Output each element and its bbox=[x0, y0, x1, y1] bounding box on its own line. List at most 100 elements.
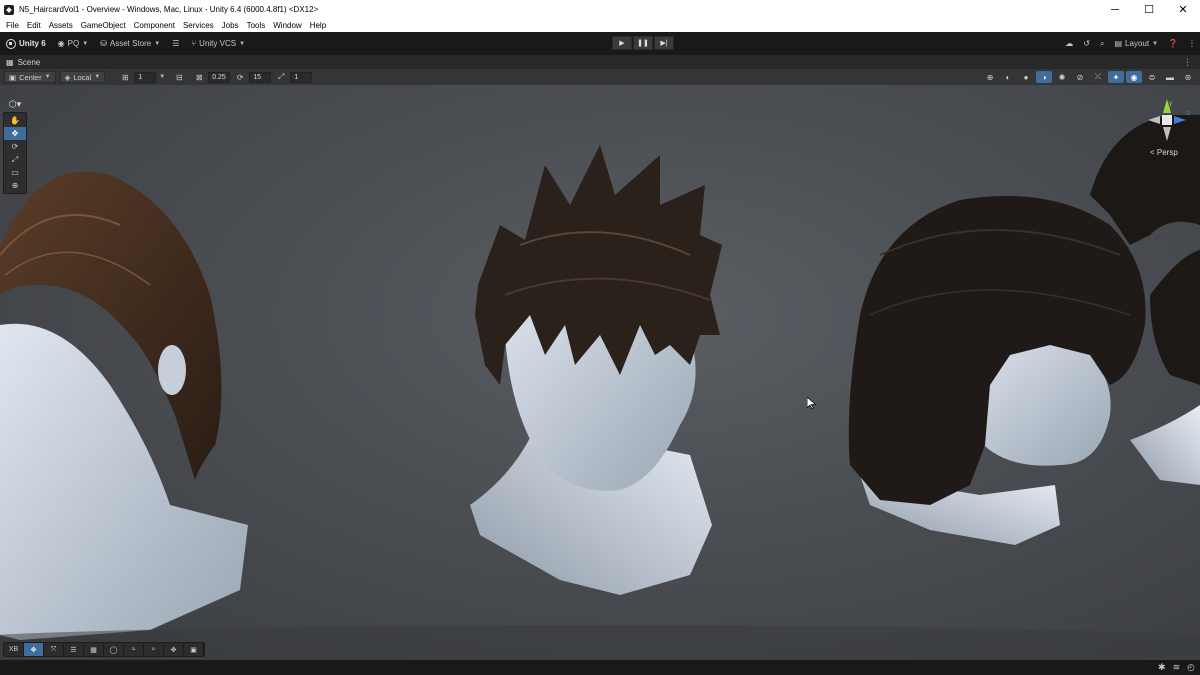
vcs-icon: ⑂ bbox=[191, 39, 197, 48]
maximize-button[interactable]: ☐ bbox=[1132, 0, 1166, 19]
orientation-gizmo[interactable]: y z bbox=[1142, 95, 1192, 145]
status-icons: ✱ ≋ ◴ bbox=[1158, 662, 1195, 673]
gizmo-z-axis[interactable] bbox=[1174, 116, 1186, 124]
overlay-brush-icon[interactable]: ≈ bbox=[124, 643, 144, 656]
overlay-grid-icon[interactable]: ▦ bbox=[84, 643, 104, 656]
menu-help[interactable]: Help bbox=[306, 21, 330, 30]
overlay-search-icon[interactable]: ⌕ bbox=[144, 643, 164, 656]
toolbar-right: ☁ ↺ ⌕ ▤ Layout ▼ ❓ ⋮ bbox=[1065, 32, 1196, 55]
overlay-image-icon[interactable]: ▣ bbox=[184, 643, 204, 656]
gizmo-neg-z-axis[interactable] bbox=[1148, 116, 1160, 124]
view-options-icon[interactable]: ⬡▾ bbox=[3, 96, 27, 112]
overlay-move-icon[interactable]: ✥ bbox=[24, 643, 44, 656]
scale-snap-field[interactable]: 1 bbox=[290, 71, 313, 83]
scale-tool-icon[interactable]: ⤢ bbox=[4, 153, 26, 166]
wireframe-shading-icon[interactable]: ◐ bbox=[1000, 71, 1016, 83]
camera-settings-icon[interactable]: ▬ bbox=[1162, 71, 1178, 83]
tab-scene-label: Scene bbox=[17, 57, 41, 67]
layers-dropdown-icon[interactable]: ✦ bbox=[1108, 71, 1124, 83]
hand-tool-icon[interactable]: ✋ bbox=[4, 114, 26, 127]
move-tool-icon[interactable]: ✥ bbox=[4, 127, 26, 140]
menu-window[interactable]: Window bbox=[269, 21, 305, 30]
close-button[interactable]: ✕ bbox=[1166, 0, 1200, 19]
overlay-move2-icon[interactable]: ✥ bbox=[164, 643, 184, 656]
help-icon[interactable]: ❓ bbox=[1168, 39, 1178, 48]
unity-app-icon bbox=[4, 4, 14, 15]
chevron-down-icon: ▼ bbox=[44, 74, 51, 80]
xb-button[interactable]: XB bbox=[4, 643, 24, 656]
menu-assets[interactable]: Assets bbox=[45, 21, 77, 30]
draw-mode-icon[interactable]: ⊜ bbox=[1144, 71, 1160, 83]
title-bar: N5_HaircardVol1 - Overview - Windows, Ma… bbox=[0, 0, 1200, 19]
layout-dropdown[interactable]: ▤ Layout ▼ bbox=[1114, 39, 1158, 48]
grid-toggle-icon[interactable]: ⊞ bbox=[119, 71, 131, 83]
layers-stack-icon[interactable]: ≋ bbox=[1173, 662, 1181, 673]
overlay-list-icon[interactable]: ☰ bbox=[64, 643, 84, 656]
rect-tool-icon[interactable]: ▭ bbox=[4, 166, 26, 179]
status-bar: ✱ ≋ ◴ bbox=[0, 660, 1200, 675]
grid-snap-icon[interactable]: ⊟ bbox=[173, 71, 185, 83]
pivot-dropdown[interactable]: ▣ Center ▼ bbox=[4, 71, 56, 83]
step-button[interactable]: ▶| bbox=[654, 36, 674, 50]
search-icon[interactable]: ⌕ bbox=[1100, 39, 1104, 49]
rotate-snap-icon[interactable]: ⟳ bbox=[234, 71, 246, 83]
gizmo-neg-y-axis[interactable] bbox=[1163, 127, 1171, 141]
transform-tool-icon[interactable]: ⊕ bbox=[4, 179, 26, 192]
effects-toggle-icon[interactable]: ⤫ bbox=[1090, 71, 1106, 83]
menu-component[interactable]: Component bbox=[130, 21, 179, 30]
minimize-button[interactable]: ─ bbox=[1098, 0, 1132, 19]
space-dropdown[interactable]: ◈ Local ▼ bbox=[59, 71, 106, 83]
lit-shading-icon[interactable]: ◑ bbox=[1036, 71, 1052, 83]
scene-viewport[interactable] bbox=[0, 85, 1200, 660]
gizmo-y-label: y bbox=[1169, 101, 1172, 107]
menu-gameobject[interactable]: GameObject bbox=[77, 21, 130, 30]
space-icon: ◈ bbox=[64, 72, 71, 82]
space-label: Local bbox=[73, 72, 92, 82]
transform-tools: ✋ ✥ ⟳ ⤢ ▭ ⊕ bbox=[3, 112, 27, 194]
snap-increment-field[interactable]: 0.25 bbox=[208, 71, 231, 83]
increment-snap-icon[interactable]: ⊠ bbox=[193, 71, 205, 83]
asset-store-dropdown[interactable]: ⛁ Asset Store ▼ bbox=[94, 35, 166, 52]
unity-label: Unity 6 bbox=[19, 39, 46, 48]
cloud-icon[interactable]: ☁ bbox=[1065, 39, 1073, 48]
scale-snap-icon[interactable]: ⤢ bbox=[275, 71, 287, 83]
projection-toggle[interactable]: < Persp bbox=[1150, 148, 1178, 157]
gizmo-globe-icon[interactable]: ⊕ bbox=[982, 71, 998, 83]
gizmo-center[interactable] bbox=[1162, 115, 1172, 125]
history-icon[interactable]: ↺ bbox=[1083, 39, 1090, 48]
head-model-center bbox=[470, 145, 722, 595]
audio-toggle-icon[interactable]: ⊘ bbox=[1072, 71, 1088, 83]
more-icon[interactable]: ⋮ bbox=[1188, 39, 1196, 48]
rotate-tool-icon[interactable]: ⟳ bbox=[4, 140, 26, 153]
pause-icon: ❚❚ bbox=[637, 40, 649, 47]
asset-store-icon: ⛁ bbox=[100, 39, 107, 48]
progress-icon[interactable]: ◴ bbox=[1187, 662, 1195, 673]
lighting-toggle-icon[interactable]: ✺ bbox=[1054, 71, 1070, 83]
visibility-toggle-icon[interactable]: ◉ bbox=[1126, 71, 1142, 83]
menu-tools[interactable]: Tools bbox=[243, 21, 270, 30]
shaded-sphere-icon[interactable]: ● bbox=[1018, 71, 1034, 83]
overlay-circle-icon[interactable]: ◯ bbox=[104, 643, 124, 656]
rotate-snap-field[interactable]: 15 bbox=[249, 71, 272, 83]
pivot-label: Center bbox=[19, 72, 42, 82]
tab-scene[interactable]: ▦ Scene bbox=[0, 58, 40, 67]
account-dropdown[interactable]: ◉ PQ ▼ bbox=[52, 35, 95, 52]
pause-button[interactable]: ❚❚ bbox=[633, 36, 653, 50]
debug-icon[interactable]: ✱ bbox=[1158, 662, 1166, 673]
unity-button[interactable]: Unity 6 bbox=[0, 35, 52, 52]
account-icon: ◉ bbox=[57, 39, 65, 48]
menu-services[interactable]: Services bbox=[179, 21, 218, 30]
grid-size-field[interactable]: 1 bbox=[134, 71, 157, 83]
head-model-right bbox=[848, 195, 1146, 545]
menu-edit[interactable]: Edit bbox=[23, 21, 45, 30]
menu-file[interactable]: File bbox=[2, 21, 23, 30]
menu-jobs[interactable]: Jobs bbox=[218, 21, 243, 30]
overlay-scale-icon[interactable]: ⤧ bbox=[44, 643, 64, 656]
tab-menu-icon[interactable]: ⋮ bbox=[1183, 57, 1192, 68]
chevron-down-icon[interactable]: ▼ bbox=[159, 74, 165, 80]
play-button[interactable]: ▶ bbox=[612, 36, 632, 50]
package-manager-button[interactable]: ☰ bbox=[166, 35, 185, 52]
vcs-dropdown[interactable]: ⑂ Unity VCS ▼ bbox=[185, 35, 251, 52]
gizmos-dropdown-icon[interactable]: ⊛ bbox=[1180, 71, 1196, 83]
vcs-label: Unity VCS bbox=[199, 39, 237, 48]
